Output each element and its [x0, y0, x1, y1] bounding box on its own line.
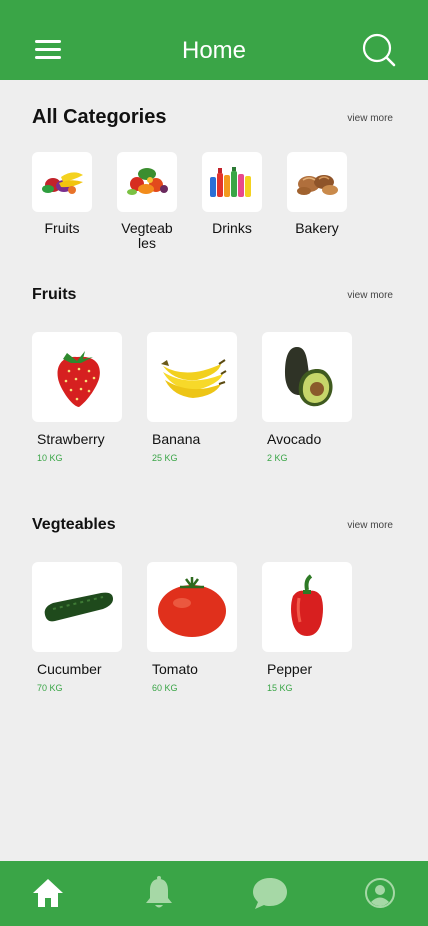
pepper-icon — [291, 574, 323, 636]
category-bakery[interactable]: Bakery — [287, 152, 347, 236]
product-card-banana[interactable]: Banana 25 KG — [147, 332, 237, 463]
product-card-cucumber[interactable]: Cucumber 70 KG — [32, 562, 122, 693]
avocado-icon — [285, 347, 333, 407]
search-button[interactable] — [361, 33, 397, 67]
category-tile — [202, 152, 262, 212]
chat-bubble-icon — [253, 878, 287, 909]
product-card-strawberry[interactable]: Strawberry 10 KG — [32, 332, 122, 463]
tomato-icon — [158, 577, 226, 637]
home-icon — [33, 879, 63, 907]
category-tile — [287, 152, 347, 212]
product-image-tile — [262, 562, 352, 652]
product-weight: 10 KG — [37, 453, 63, 463]
product-name: Pepper — [267, 661, 313, 677]
categories-title: All Categories — [32, 106, 167, 128]
category-label: Drinks — [212, 220, 252, 236]
product-name: Banana — [152, 431, 201, 447]
product-image-tile — [32, 332, 122, 422]
product-image-tile — [147, 332, 237, 422]
banana-icon — [161, 359, 227, 398]
category-fruits[interactable]: Fruits — [32, 152, 92, 236]
fruits-section-title: Fruits — [32, 286, 77, 303]
strawberry-icon — [57, 351, 100, 407]
vegetables-view-more-link[interactable]: view more — [347, 520, 393, 531]
product-name: Strawberry — [37, 431, 105, 447]
category-tile — [32, 152, 92, 212]
bell-icon — [146, 876, 172, 908]
category-label: Bakery — [295, 220, 339, 236]
product-weight: 2 KG — [267, 453, 288, 463]
categories-view-more-link[interactable]: view more — [347, 113, 393, 124]
category-tile — [117, 152, 177, 212]
nav-notifications-button[interactable] — [139, 875, 179, 911]
category-drinks[interactable]: Drinks — [202, 152, 262, 236]
product-image-tile — [262, 332, 352, 422]
app-header: Home — [0, 0, 428, 80]
product-weight: 15 KG — [267, 683, 293, 693]
product-weight: 25 KG — [152, 453, 178, 463]
category-label: Fruits — [44, 220, 80, 236]
product-weight: 70 KG — [37, 683, 63, 693]
fruits-basket-icon — [42, 172, 83, 194]
cucumber-icon — [44, 592, 113, 622]
product-image-tile — [147, 562, 237, 652]
bottom-navigation — [0, 861, 428, 926]
product-name: Avocado — [267, 431, 322, 447]
product-name: Cucumber — [37, 661, 102, 677]
product-name: Tomato — [152, 661, 198, 677]
product-weight: 60 KG — [152, 683, 178, 693]
category-vegetables[interactable]: Vegteab les — [117, 152, 177, 251]
nav-profile-button[interactable] — [360, 875, 400, 911]
category-label: Vegteab les — [121, 220, 173, 251]
product-card-avocado[interactable]: Avocado 2 KG — [262, 332, 352, 463]
product-image-tile — [32, 562, 122, 652]
vegetables-basket-icon — [127, 168, 168, 195]
bakery-bread-icon — [297, 175, 338, 195]
fruits-view-more-link[interactable]: view more — [347, 290, 393, 301]
product-card-pepper[interactable]: Pepper 15 KG — [262, 562, 352, 693]
nav-home-button[interactable] — [28, 875, 68, 911]
vegetables-section-title: Vegteables — [32, 516, 116, 533]
search-icon — [362, 33, 396, 67]
product-card-tomato[interactable]: Tomato 60 KG — [147, 562, 237, 693]
user-profile-icon — [365, 878, 395, 908]
drinks-bottles-icon — [210, 167, 251, 197]
nav-messages-button[interactable] — [250, 875, 290, 911]
